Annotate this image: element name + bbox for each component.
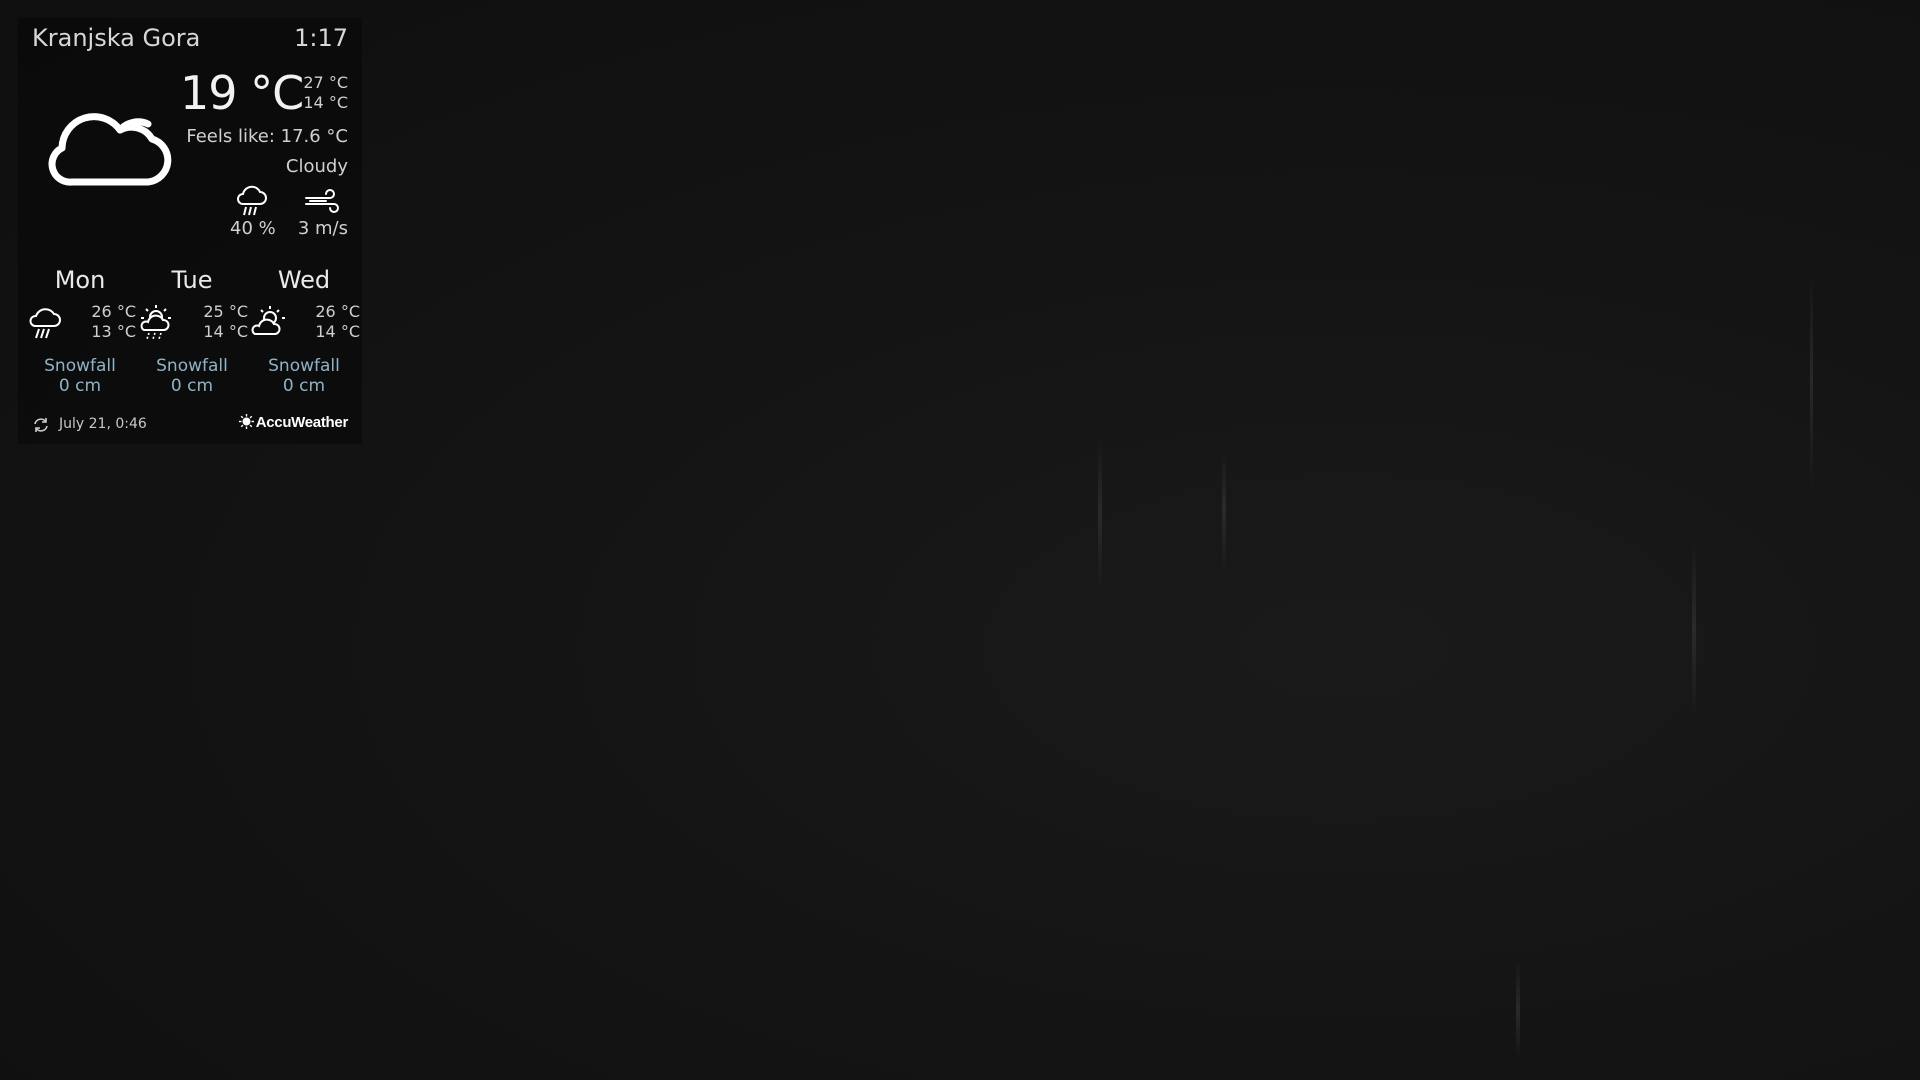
forecast-day: Tue 25 °C 14 °C Snowfall 0 cm (136, 266, 248, 406)
precipitation-probability: 40 % (230, 218, 276, 239)
weather-widget: Kranjska Gora 1:17 19 °C 27 °C 14 °C Fee… (18, 18, 362, 444)
forecast-snowfall: Snowfall 0 cm (136, 356, 248, 396)
sun-rain-icon (140, 305, 171, 340)
forecast-low: 14 °C (203, 322, 248, 341)
snowfall-value: 0 cm (170, 376, 214, 396)
background-streak (1810, 270, 1813, 490)
brand-name: AccuWeather (255, 414, 349, 431)
condition-text: Cloudy (285, 156, 348, 177)
forecast-day-name: Wed (277, 266, 331, 294)
snowfall-value: 0 cm (58, 376, 102, 396)
today-low: 14 °C (303, 93, 348, 112)
forecast-temps: 25 °C 14 °C (203, 302, 248, 342)
current-time: 1:17 (294, 24, 348, 52)
location-name: Kranjska Gora (32, 24, 201, 52)
last-updated: July 21, 0:46 (59, 416, 147, 432)
forecast-temps: 26 °C 13 °C (91, 302, 136, 342)
rain-cloud-icon (237, 185, 267, 216)
background-streak (1516, 960, 1520, 1060)
background-streak (1692, 540, 1696, 720)
current-temperature: 19 °C (180, 66, 304, 120)
accuweather-sun-icon (238, 414, 254, 429)
forecast-temps: 26 °C 14 °C (315, 302, 360, 342)
wind-speed: 3 m/s (297, 218, 348, 239)
forecast-day: Wed 26 °C 14 °C Snowfall 0 cm (248, 266, 360, 406)
forecast-low: 13 °C (91, 322, 136, 341)
today-high: 27 °C (303, 73, 348, 92)
forecast-snowfall: Snowfall 0 cm (24, 356, 136, 396)
forecast-day-name: Mon (54, 266, 106, 294)
forecast-snowfall: Snowfall 0 cm (248, 356, 360, 396)
sun-cloud-icon (251, 306, 285, 335)
snowfall-value: 0 cm (282, 376, 326, 396)
snowfall-label: Snowfall (156, 356, 228, 376)
refresh-icon[interactable] (32, 416, 50, 434)
forecast-low: 14 °C (315, 322, 360, 341)
forecast-day: Mon 26 °C 13 °C Snowfall 0 cm (24, 266, 136, 406)
accuweather-logo[interactable]: AccuWeather (238, 414, 349, 431)
forecast-high: 25 °C (203, 302, 248, 321)
forecast-day-name: Tue (171, 266, 213, 294)
forecast-high: 26 °C (91, 302, 136, 321)
background-streak (1098, 440, 1102, 590)
snowfall-label: Snowfall (44, 356, 116, 376)
rain-cloud-icon (29, 308, 61, 339)
cloud-icon (48, 113, 172, 186)
background-streak (1222, 450, 1226, 570)
feels-like: Feels like: 17.6 °C (186, 126, 348, 147)
wind-icon (305, 189, 339, 213)
snowfall-label: Snowfall (268, 356, 340, 376)
forecast-high: 26 °C (315, 302, 360, 321)
today-high-low: 27 °C 14 °C (303, 73, 348, 113)
